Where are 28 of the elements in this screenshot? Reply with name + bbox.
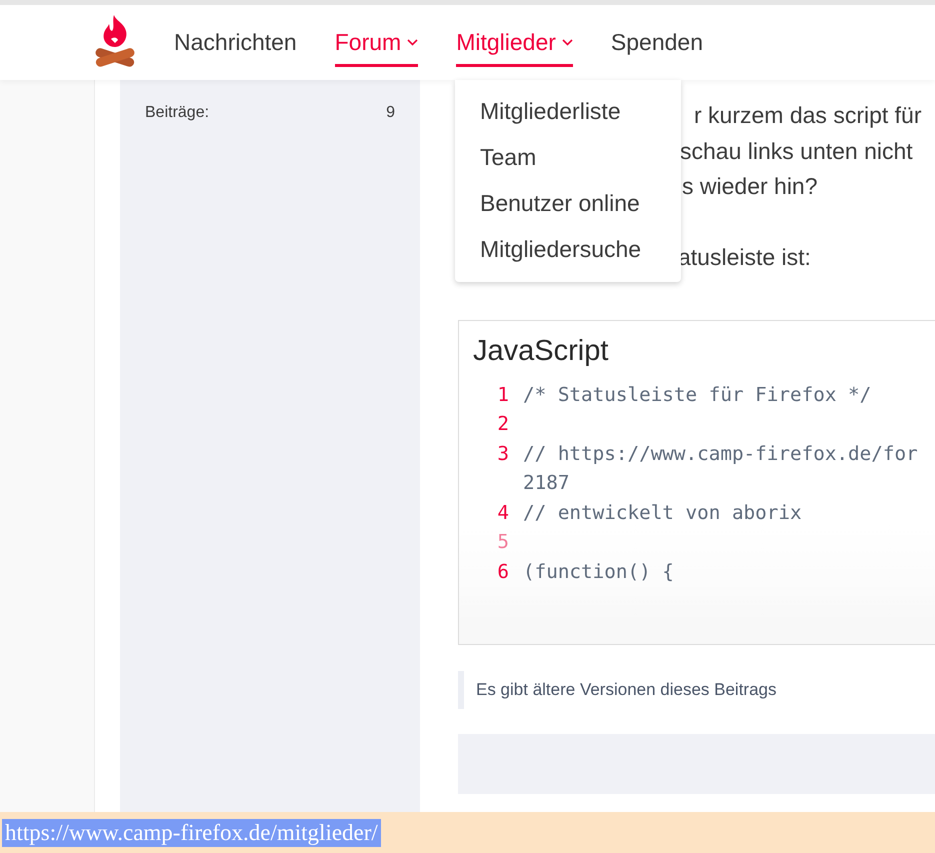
post-text-line: s wieder hin?: [682, 173, 818, 199]
menu-item[interactable]: Benutzer online: [455, 184, 681, 230]
post-text-line: r kurzem das script für: [694, 102, 922, 128]
line-number: 3: [496, 440, 509, 467]
code-text: /* Statusleiste für Firefox */: [523, 382, 872, 408]
menu-item[interactable]: Mitgliederliste: [455, 92, 681, 138]
nav-link[interactable]: Mitglieder: [456, 22, 573, 66]
menu-item[interactable]: Team: [455, 138, 681, 184]
code-text: // https://www.camp-firefox.de/for: [523, 440, 918, 467]
code-language-title: JavaScript: [473, 334, 610, 368]
code-text: // entwickelt von aborix: [523, 500, 802, 526]
status-url: https://www.camp-firefox.de/mitglieder/: [2, 818, 381, 846]
stat-value: 9: [386, 104, 395, 122]
line-number: 5: [496, 529, 509, 556]
code-text: 2187: [523, 470, 570, 496]
menu-item[interactable]: Mitgliedersuche: [455, 230, 681, 276]
post-text-line: atusleiste ist:: [678, 244, 811, 270]
nav-link[interactable]: Spenden: [610, 22, 703, 66]
line-number: 4: [496, 500, 509, 526]
versions-note[interactable]: Es gibt ältere Versionen dieses Beitrags: [458, 670, 789, 708]
post-text-line: schau links unten nicht: [680, 138, 913, 164]
nav-link[interactable]: Nachrichten: [174, 22, 297, 66]
nav-link[interactable]: Forum: [334, 22, 418, 66]
code-text: (function() {: [523, 559, 674, 586]
line-number: 1: [496, 382, 509, 408]
stat-label: Beiträge:: [145, 104, 210, 122]
line-number: 2: [496, 411, 509, 438]
line-number: 6: [496, 559, 509, 586]
